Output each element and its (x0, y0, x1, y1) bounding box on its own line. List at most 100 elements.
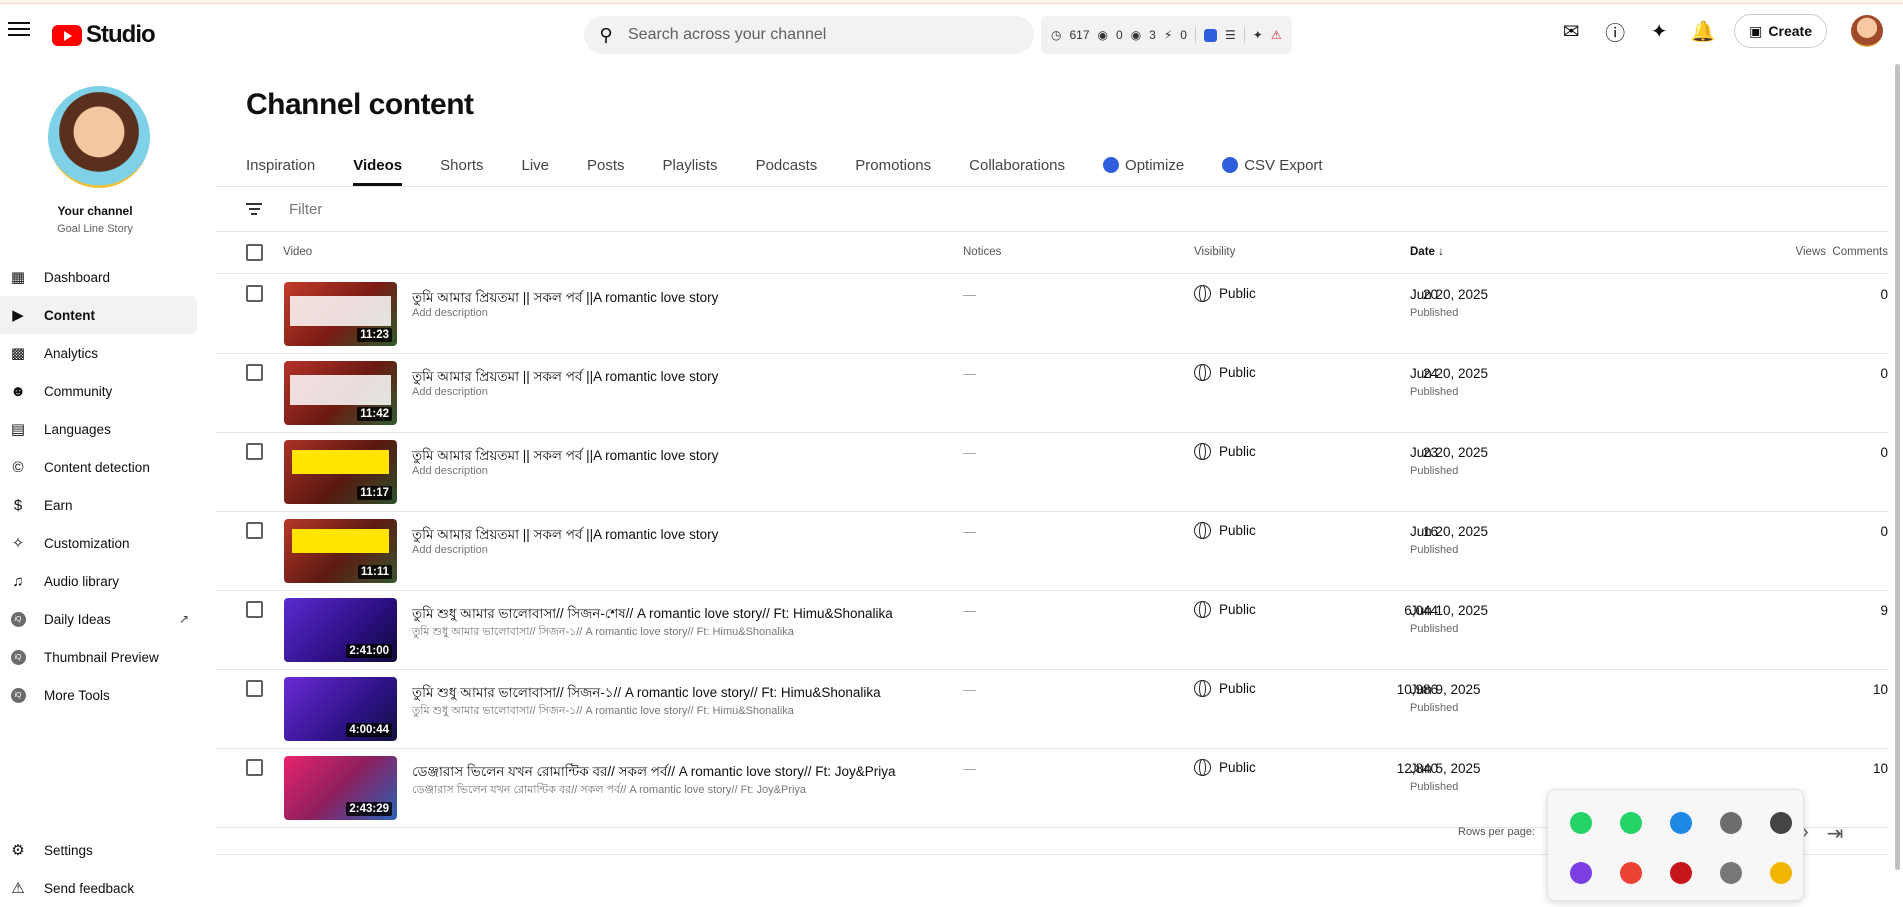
table-header: Video Notices Visibility Date ↓ Views Co… (216, 232, 1888, 274)
tray-item[interactable] (1656, 798, 1706, 848)
video-thumbnail[interactable]: 11:42 (284, 361, 397, 425)
sidebar-item-earn[interactable]: $ Earn (0, 486, 197, 524)
table-row[interactable]: 11:17 তুমি আমার প্রিয়তমা || সকল পর্ব ||… (216, 433, 1888, 512)
webcam-icon (1720, 812, 1742, 834)
scrollbar[interactable] (1894, 64, 1901, 905)
video-thumbnail[interactable]: 2:43:29 (284, 756, 397, 820)
table-row[interactable]: 4:00:44 তুমি শুধু আমার ভালোবাসা// সিজন-১… (216, 670, 1888, 749)
tab-playlists[interactable]: Playlists (663, 144, 718, 186)
tray-item[interactable] (1756, 798, 1806, 848)
row-checkbox[interactable] (246, 759, 263, 776)
col-date[interactable]: Date ↓ (1410, 246, 1444, 258)
help-icon[interactable]: ⓘ (1598, 14, 1632, 48)
sidebar-item-settings[interactable]: ⚙ Settings (0, 831, 197, 869)
create-button[interactable]: ▣ Create (1734, 14, 1827, 48)
sparkle-icon[interactable]: ✦ (1642, 14, 1676, 48)
tab-optimize[interactable]: Optimize (1103, 144, 1184, 186)
tray-item[interactable] (1606, 798, 1656, 848)
sidebar-item-send-feedback[interactable]: ⚠ Send feedback (0, 869, 197, 907)
sidebar-item-daily-ideas[interactable]: iQ Daily Ideas ↗ (0, 600, 197, 638)
video-description[interactable]: Add description (412, 544, 488, 556)
sidebar-item-analytics[interactable]: ▩ Analytics (0, 334, 197, 372)
notifications-icon[interactable]: 🔔 (1686, 14, 1720, 48)
studio-logo[interactable]: Studio (52, 21, 156, 49)
sidebar-item-thumbnail-preview[interactable]: iQ Thumbnail Preview (0, 638, 197, 676)
visibility-control[interactable]: Public (1194, 522, 1256, 539)
video-description[interactable]: ডেঞ্জারাস ভিলেন যখন রোমান্টিক বর// সকল প… (412, 781, 806, 800)
sidebar-item-audio-library[interactable]: ♫ Audio library (0, 562, 197, 600)
filter-icon[interactable] (246, 200, 262, 218)
visibility-control[interactable]: Public (1194, 680, 1256, 697)
video-description[interactable]: তুমি শুধু আমার ভালোবাসা// সিজন-১// A rom… (412, 623, 794, 642)
tray-item[interactable] (1756, 848, 1806, 898)
tab-live[interactable]: Live (522, 144, 550, 186)
tab-collaborations[interactable]: Collaborations (969, 144, 1065, 186)
video-thumbnail[interactable]: 11:23 (284, 282, 397, 346)
row-checkbox[interactable] (246, 285, 263, 302)
sidebar-item-content-detection[interactable]: © Content detection (0, 448, 197, 486)
row-checkbox[interactable] (246, 601, 263, 618)
tray-item[interactable] (1556, 848, 1606, 898)
thumbnail-caption (290, 375, 391, 405)
tab-videos[interactable]: Videos (353, 144, 402, 186)
bell-alert-icon[interactable]: ⚠ (1271, 28, 1282, 42)
sparkle-icon[interactable]: ✦ (1253, 28, 1263, 42)
account-avatar[interactable] (1851, 15, 1883, 47)
sidebar-item-more-tools[interactable]: iQ More Tools (0, 676, 197, 714)
visibility-control[interactable]: Public (1194, 364, 1256, 381)
table-row[interactable]: 11:23 তুমি আমার প্রিয়তমা || সকল পর্ব ||… (216, 275, 1888, 354)
video-thumbnail[interactable]: 11:17 (284, 440, 397, 504)
table-row[interactable]: 11:42 তুমি আমার প্রিয়তমা || সকল পর্ব ||… (216, 354, 1888, 433)
video-thumbnail[interactable]: 2:41:00 (284, 598, 397, 662)
video-thumbnail[interactable]: 11:11 (284, 519, 397, 583)
visibility-control[interactable]: Public (1194, 443, 1256, 460)
channel-avatar[interactable] (48, 86, 150, 188)
thumbnail-caption (292, 529, 389, 553)
search-input[interactable] (628, 26, 1008, 44)
messages-icon[interactable]: ✉ (1554, 14, 1588, 48)
col-views: Views (1795, 246, 1826, 258)
tray-item[interactable] (1606, 848, 1656, 898)
table-row[interactable]: 11:11 তুমি আমার প্রিয়তমা || সকল পর্ব ||… (216, 512, 1888, 591)
vidiq-icon[interactable] (1203, 28, 1217, 42)
tray-item[interactable] (1556, 798, 1606, 848)
tray-item[interactable] (1706, 848, 1756, 898)
logo-text: Studio (86, 21, 156, 48)
table-row[interactable]: 2:41:00 তুমি শুধু আমার ভালোবাসা// সিজন-শ… (216, 591, 1888, 670)
video-thumbnail[interactable]: 4:00:44 (284, 677, 397, 741)
visibility-control[interactable]: Public (1194, 601, 1256, 618)
tray-item[interactable] (1656, 848, 1706, 898)
filter-input[interactable] (289, 200, 689, 218)
video-description[interactable]: তুমি শুধু আমার ভালোবাসা// সিজন-১// A rom… (412, 702, 794, 721)
select-all-checkbox[interactable] (246, 244, 263, 261)
vidiq-stats-bar[interactable]: ◷ 617 ◉ 0 ◉ 3 ⚡ 0 ☰ ✦ ⚠ (1041, 16, 1292, 54)
sidebar-item-content[interactable]: ▶ Content (0, 296, 197, 334)
video-description[interactable]: Add description (412, 465, 488, 477)
sidebar-item-languages[interactable]: ▤ Languages (0, 410, 197, 448)
tab-posts[interactable]: Posts (587, 144, 625, 186)
row-checkbox[interactable] (246, 364, 263, 381)
row-checkbox[interactable] (246, 443, 263, 460)
sidebar-item-community[interactable]: ☻ Community (0, 372, 197, 410)
sidebar-item-customization[interactable]: ✧ Customization (0, 524, 197, 562)
tab-inspiration[interactable]: Inspiration (246, 144, 315, 186)
video-description[interactable]: Add description (412, 386, 488, 398)
magic-wand-icon: ✧ (11, 535, 25, 552)
video-description[interactable]: Add description (412, 307, 488, 319)
menu-icon[interactable] (8, 18, 30, 40)
tab-csv-export[interactable]: CSV Export (1222, 144, 1323, 186)
row-checkbox[interactable] (246, 680, 263, 697)
sidebar-item-dashboard[interactable]: ▦ Dashboard (0, 258, 197, 296)
tab-promotions[interactable]: Promotions (855, 144, 931, 186)
row-checkbox[interactable] (246, 522, 263, 539)
tab-shorts[interactable]: Shorts (440, 144, 483, 186)
visibility-control[interactable]: Public (1194, 759, 1256, 776)
whatsapp-icon (1570, 812, 1592, 834)
tab-podcasts[interactable]: Podcasts (756, 144, 818, 186)
list-icon[interactable]: ☰ (1225, 28, 1236, 42)
search-box[interactable]: ⚲ (584, 16, 1034, 54)
tray-item[interactable] (1706, 798, 1756, 848)
visibility-control[interactable]: Public (1194, 285, 1256, 302)
scrollbar-thumb[interactable] (1895, 64, 1900, 870)
last-page-icon[interactable]: ⇥ (1827, 821, 1844, 846)
